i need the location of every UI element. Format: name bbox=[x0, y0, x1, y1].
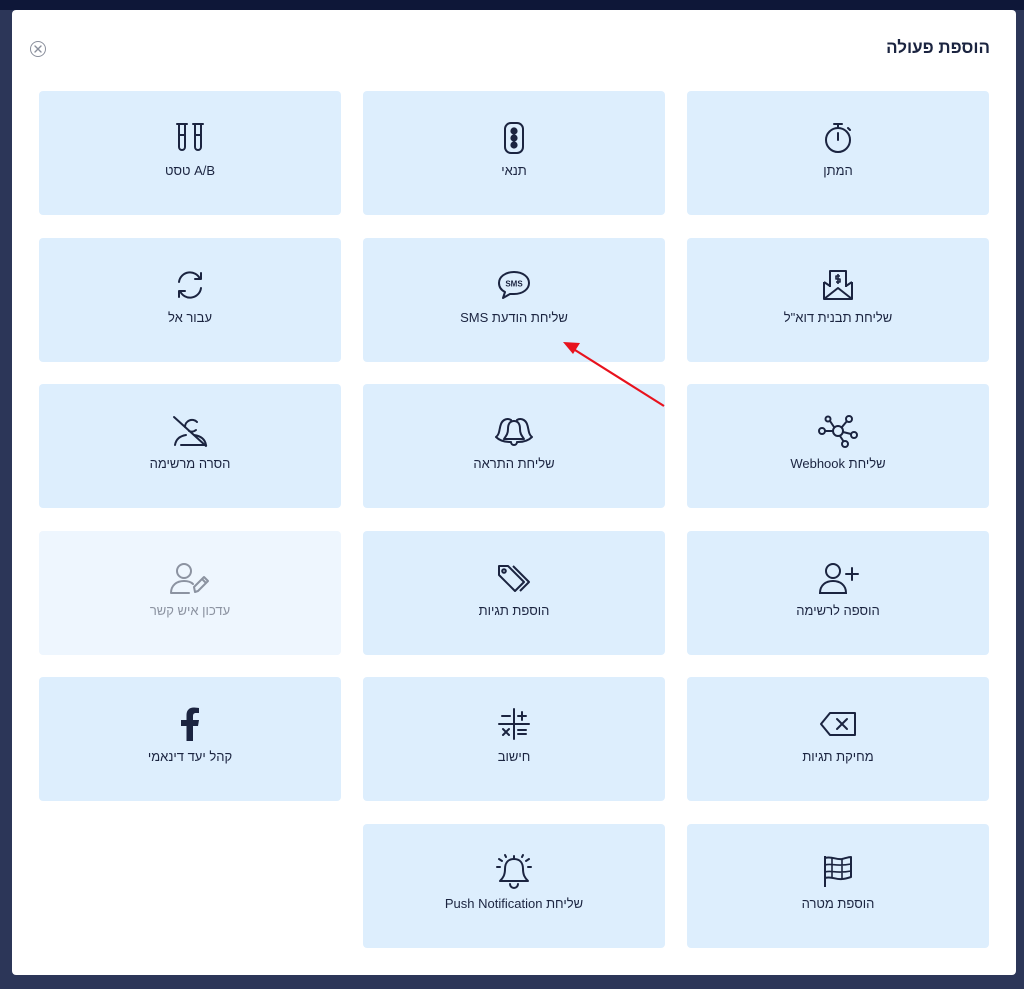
action-label: מחיקת תגיות bbox=[802, 749, 874, 764]
action-label: הסרה מרשימה bbox=[149, 456, 231, 471]
calculator-symbols-icon bbox=[497, 707, 531, 741]
action-send-push-notification[interactable]: שליחת Push Notification bbox=[363, 824, 665, 948]
action-add-to-list[interactable]: הוספה לרשימה bbox=[687, 531, 989, 655]
action-label: המתן bbox=[823, 163, 853, 178]
action-send-alert[interactable]: שליחת התראה bbox=[363, 384, 665, 508]
facebook-icon bbox=[180, 707, 200, 741]
bells-icon bbox=[493, 414, 535, 448]
action-add-tags[interactable]: הוספת תגיות bbox=[363, 531, 665, 655]
flag-icon bbox=[822, 854, 854, 888]
action-label: הוספת מטרה bbox=[801, 896, 875, 911]
action-update-contact: עדכון איש קשר bbox=[39, 531, 341, 655]
action-calculate[interactable]: חישוב bbox=[363, 677, 665, 801]
action-label: קהל יעד דינאמי bbox=[147, 749, 233, 764]
test-tubes-icon bbox=[173, 121, 207, 155]
action-send-email-template[interactable]: שליחת תבנית דוא"ל bbox=[687, 238, 989, 362]
notification-bell-icon bbox=[494, 854, 534, 889]
action-label: הוספה לרשימה bbox=[796, 603, 880, 618]
action-label: תנאי bbox=[501, 163, 527, 178]
action-dynamic-audience[interactable]: קהל יעד דינאמי bbox=[39, 677, 341, 801]
action-remove-from-list[interactable]: הסרה מרשימה bbox=[39, 384, 341, 508]
action-label: שליחת התראה bbox=[473, 456, 555, 471]
action-delete-tags[interactable]: מחיקת תגיות bbox=[687, 677, 989, 801]
action-label: שליחת Webhook bbox=[790, 456, 886, 471]
action-label: הוספת תגיות bbox=[478, 603, 550, 618]
action-label: עבור אל bbox=[167, 310, 213, 325]
action-wait[interactable]: המתן bbox=[687, 91, 989, 215]
user-remove-slash-icon bbox=[170, 414, 210, 448]
sms-bubble-icon: SMS bbox=[496, 268, 532, 302]
app-header-strip bbox=[0, 0, 1024, 10]
action-label: חישוב bbox=[497, 749, 531, 764]
refresh-arrows-icon bbox=[174, 268, 206, 302]
user-edit-icon bbox=[169, 561, 211, 595]
webhook-network-icon bbox=[818, 414, 858, 448]
svg-text:SMS: SMS bbox=[505, 280, 523, 289]
action-label: שליחת תבנית דוא"ל bbox=[783, 310, 893, 325]
action-condition[interactable]: תנאי bbox=[363, 91, 665, 215]
stopwatch-icon bbox=[822, 121, 854, 155]
action-grid: המתן תנאי A/B טסט שליחת תבנית דוא"ל SMS … bbox=[12, 10, 1016, 975]
email-dollar-icon bbox=[821, 268, 855, 302]
traffic-light-icon bbox=[503, 121, 525, 155]
action-send-webhook[interactable]: שליחת Webhook bbox=[687, 384, 989, 508]
action-label: עדכון איש קשר bbox=[149, 603, 231, 618]
backspace-x-icon bbox=[818, 707, 858, 741]
action-add-goal[interactable]: הוספת מטרה bbox=[687, 824, 989, 948]
add-action-dialog: הוספת פעולה המתן תנאי A/B טסט שליחת תבני… bbox=[12, 10, 1016, 975]
action-ab-test[interactable]: A/B טסט bbox=[39, 91, 341, 215]
action-label: שליחת הודעת SMS bbox=[460, 310, 568, 325]
action-label: שליחת Push Notification bbox=[444, 896, 584, 911]
action-send-sms[interactable]: SMS שליחת הודעת SMS bbox=[363, 238, 665, 362]
action-label: A/B טסט bbox=[164, 163, 216, 178]
user-plus-icon bbox=[817, 561, 859, 595]
action-go-to[interactable]: עבור אל bbox=[39, 238, 341, 362]
tags-icon bbox=[496, 561, 532, 595]
